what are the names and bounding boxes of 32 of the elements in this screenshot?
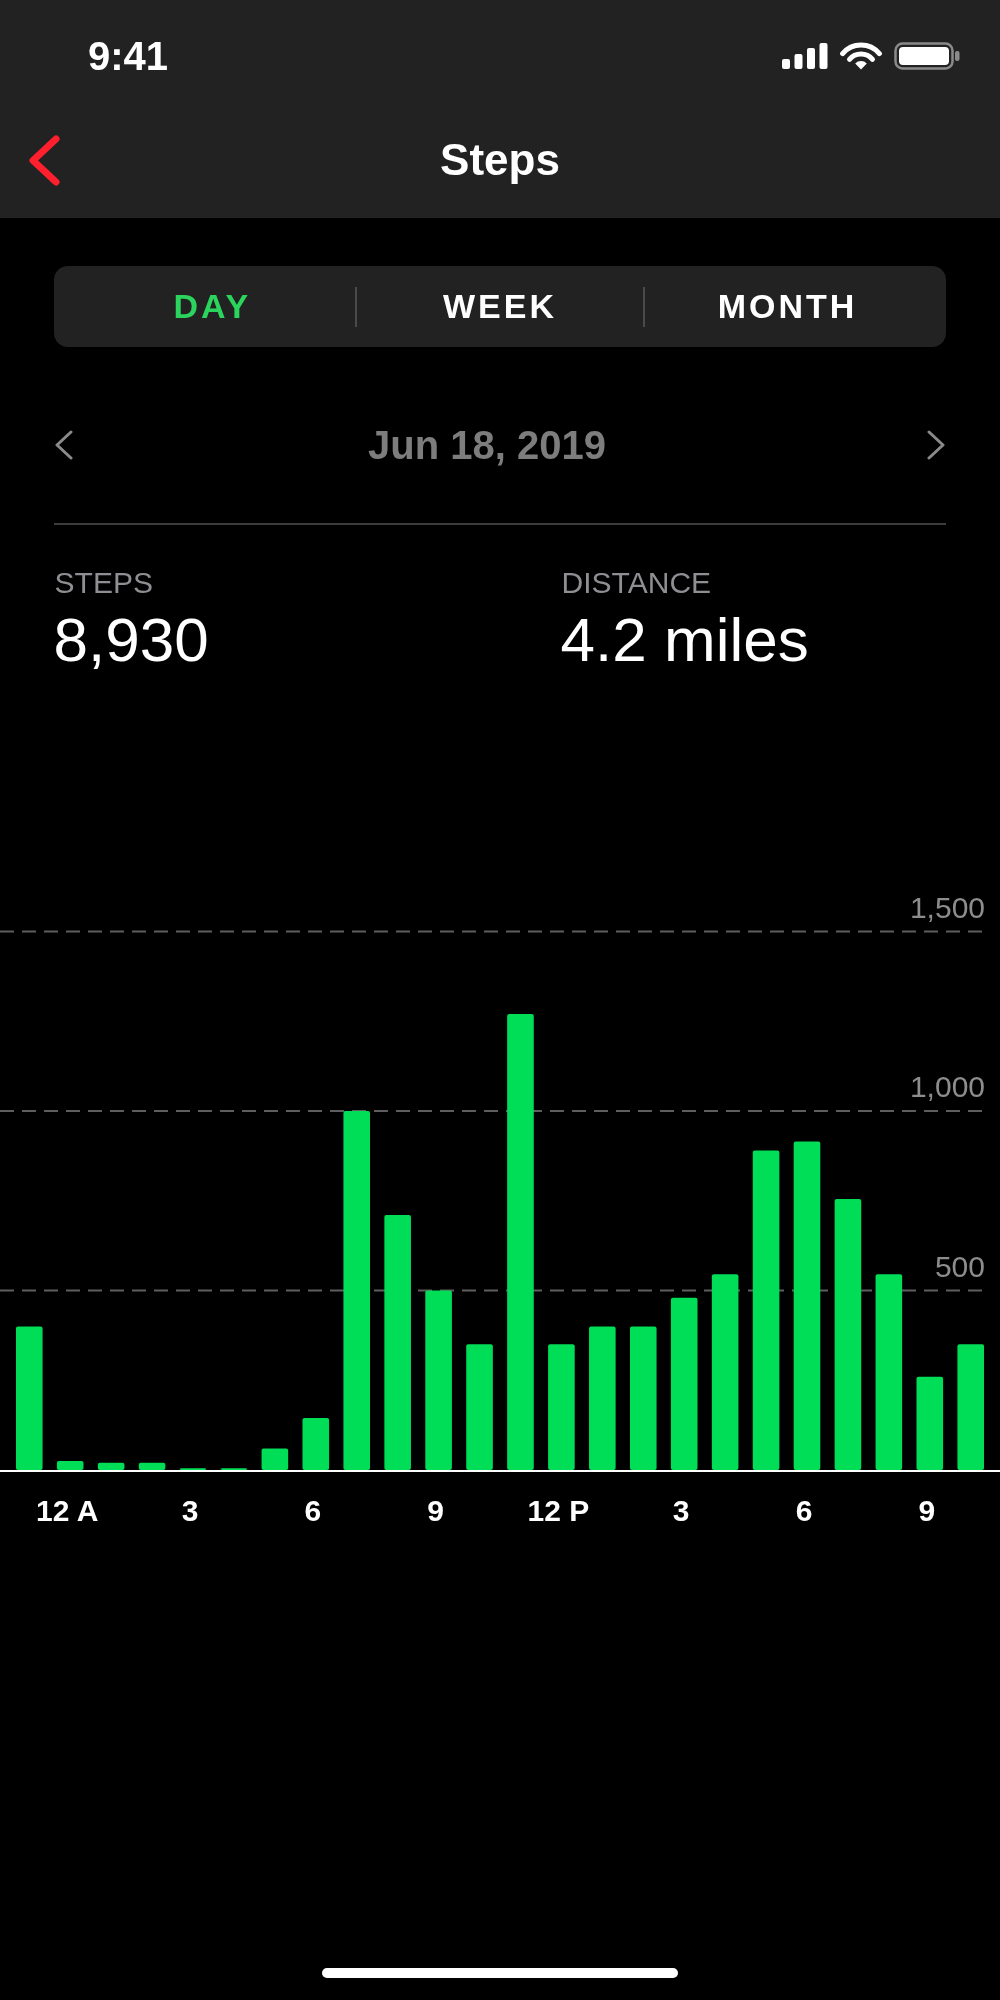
date-label: Jun 18, 2019 (368, 422, 606, 469)
chart-bar (97, 1462, 125, 1470)
x-axis-label: 9 (427, 1494, 444, 1527)
y-axis-label: 500 (934, 1249, 985, 1283)
battery-icon (894, 42, 960, 70)
stat-label: STEPS (54, 565, 154, 601)
tab[interactable]: DAY (69, 266, 356, 347)
wifi-icon (840, 41, 882, 71)
y-axis-label: 1,000 (909, 1070, 985, 1103)
x-axis-label: 3 (672, 1494, 690, 1527)
status-time: 9:41 (88, 33, 169, 80)
x-axis-label: 12 P (527, 1494, 590, 1527)
chevron-left-icon[interactable] (53, 430, 74, 460)
chart-bar (56, 1461, 84, 1470)
stat-value: 8,930 (53, 605, 210, 675)
tab[interactable]: WEEK (357, 266, 643, 347)
chevron-right-icon[interactable] (926, 430, 947, 460)
tab[interactable]: MONTH (644, 266, 931, 347)
chart-bar (261, 1448, 289, 1470)
x-axis-label: 9 (918, 1494, 936, 1527)
chart-bar (138, 1462, 166, 1470)
signal-icon (782, 43, 828, 69)
x-axis-label: 3 (181, 1494, 199, 1527)
stat-label: DISTANCE (561, 565, 713, 601)
back-icon[interactable] (27, 134, 61, 186)
x-axis-label: 6 (795, 1494, 813, 1527)
chart-bar (302, 1417, 330, 1470)
x-axis-label: 12 A (36, 1494, 99, 1527)
screen-title: Steps (440, 134, 560, 186)
stat-value: 4.2 miles (560, 605, 810, 675)
y-axis-label: 1,500 (909, 890, 985, 924)
x-axis-label: 6 (304, 1494, 322, 1527)
